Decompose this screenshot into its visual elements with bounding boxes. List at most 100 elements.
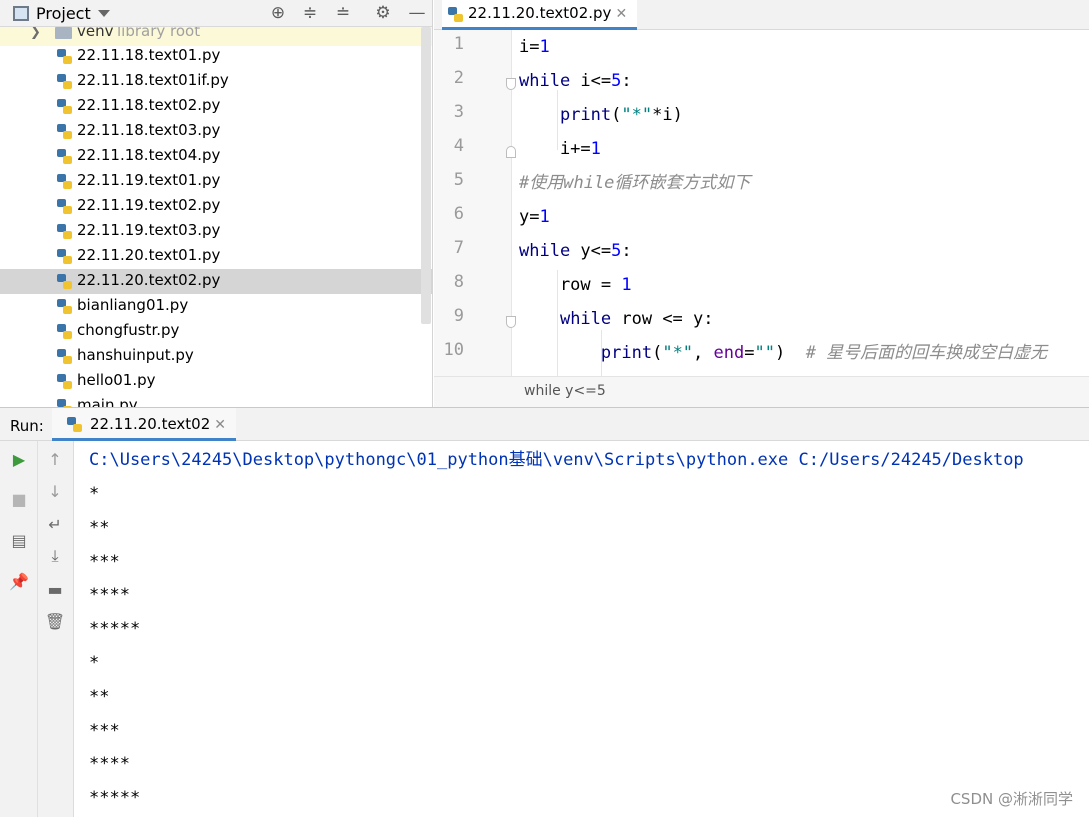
file-item[interactable]: 22.11.19.text02.py (0, 194, 432, 219)
print-icon[interactable]: ▬ (44, 579, 66, 601)
code-token: i<= (570, 71, 612, 91)
line-number: 9 (453, 306, 464, 326)
code-line[interactable]: while i<=5: (519, 66, 632, 96)
trash-icon[interactable]: 🗑 (44, 611, 66, 633)
project-title[interactable]: Project (36, 4, 91, 23)
file-item[interactable]: hanshuinput.py (0, 344, 432, 369)
arrow-down-icon[interactable]: ↓ (44, 481, 66, 503)
tree-scrollbar[interactable] (421, 27, 431, 324)
file-name: main.py (77, 396, 138, 407)
line-number: 10 (443, 340, 464, 360)
gear-icon[interactable]: ⚙ (373, 3, 393, 23)
code-line[interactable]: #使用while循环嵌套方式如下 (519, 168, 750, 198)
close-icon[interactable]: ✕ (214, 417, 226, 433)
file-item[interactable]: main.py (0, 394, 432, 407)
file-item[interactable]: 22.11.20.text02.py (0, 269, 432, 294)
soft-wrap-icon[interactable]: ↵ (44, 514, 66, 536)
close-icon[interactable]: ✕ (615, 6, 627, 22)
code-line[interactable]: y=1 (519, 202, 550, 232)
fold-marker-icon[interactable] (506, 78, 516, 90)
file-item[interactable]: 22.11.19.text03.py (0, 219, 432, 244)
code-line[interactable]: i+=1 (519, 134, 601, 164)
code-token: row <= y: (611, 309, 714, 329)
code-token: 1 (539, 37, 550, 57)
file-item[interactable]: 22.11.18.text01if.py (0, 69, 432, 94)
code-token: y= (519, 207, 540, 227)
pin-icon[interactable]: 📌 (8, 571, 30, 593)
code-line[interactable]: row = 1 (519, 270, 632, 300)
file-item[interactable]: hello01.py (0, 369, 432, 394)
project-panel: Project ⊕ ≑ ≐ ⚙ — ❯ venv library root 22… (0, 0, 433, 407)
line-number: 6 (453, 204, 464, 224)
file-item[interactable]: 22.11.19.text01.py (0, 169, 432, 194)
locate-target-icon[interactable]: ⊕ (268, 3, 288, 23)
file-item[interactable]: chongfustr.py (0, 319, 432, 344)
project-folder-icon (13, 6, 29, 21)
code-token: row = (519, 275, 622, 295)
code-token: print (600, 343, 653, 363)
code-token: print (559, 105, 612, 125)
breadcrumb-text[interactable]: while y<=5 (524, 383, 606, 399)
editor-tab-bar: 22.11.20.text02.py ✕ (434, 0, 1089, 30)
code-line[interactable]: print("*"*i) (519, 100, 683, 130)
code-line[interactable]: while y<=5: (519, 236, 632, 266)
console-output[interactable]: C:\Users\24245\Desktop\pythongc\01_pytho… (75, 441, 1089, 817)
python-file-icon (57, 249, 72, 264)
stop-icon[interactable]: ■ (8, 489, 30, 511)
code-token: 5 (611, 241, 622, 261)
python-file-icon (57, 149, 72, 164)
python-file-icon (57, 324, 72, 339)
file-name: 22.11.19.text01.py (77, 171, 221, 189)
file-name: 22.11.18.text01if.py (77, 71, 229, 89)
code-token: = (744, 343, 755, 363)
python-file-icon (57, 49, 72, 64)
file-item[interactable]: 22.11.18.text03.py (0, 119, 432, 144)
layout-icon[interactable]: ▤ (8, 530, 30, 552)
code-area[interactable]: i=1 while i<=5: print("*"*i) i+=1 #使用while… (519, 30, 1089, 376)
file-item[interactable]: bianliang01.py (0, 294, 432, 319)
line-number: 2 (453, 68, 464, 88)
line-number: 5 (453, 170, 464, 190)
tree-root-hint: library root (117, 27, 201, 40)
file-item[interactable]: 22.11.18.text04.py (0, 144, 432, 169)
code-token: "*" (621, 105, 653, 125)
line-number: 3 (453, 102, 464, 122)
code-line[interactable]: print("*", end="") # 星号后面的回车换成空白虚无 (519, 338, 1047, 368)
chevron-right-icon[interactable]: ❯ (30, 27, 41, 40)
file-name: 22.11.19.text03.py (77, 221, 221, 239)
file-item[interactable]: 22.11.20.text01.py (0, 244, 432, 269)
scroll-to-end-icon[interactable]: ⤓ (44, 545, 66, 567)
minimize-icon[interactable]: — (407, 3, 427, 23)
python-file-icon (448, 7, 463, 22)
fold-marker-icon[interactable] (506, 316, 516, 328)
run-tab[interactable]: 22.11.20.text02 ✕ (52, 408, 236, 441)
code-token: while (559, 309, 612, 329)
file-name: 22.11.18.text01.py (77, 46, 221, 64)
code-line[interactable]: i=1 (519, 32, 550, 62)
code-line[interactable]: while row <= y: (519, 304, 714, 334)
chevron-down-icon[interactable] (98, 10, 110, 17)
file-item[interactable]: 22.11.18.text01.py (0, 44, 432, 69)
code-token: #使用while循环嵌套方式如下 (519, 173, 751, 193)
collapse-all-icon[interactable]: ≐ (333, 3, 353, 23)
file-name: bianliang01.py (77, 296, 189, 314)
editor-tab[interactable]: 22.11.20.text02.py ✕ (442, 0, 638, 30)
python-file-icon (57, 349, 72, 364)
breadcrumb[interactable]: while y<=5 (434, 376, 1089, 407)
file-name: 22.11.18.text03.py (77, 121, 221, 139)
expand-all-icon[interactable]: ≑ (300, 3, 320, 23)
code-token: *i) (652, 105, 683, 125)
rerun-play-icon[interactable]: ▶ (8, 449, 30, 471)
code-token: 1 (621, 275, 632, 295)
project-header: Project ⊕ ≑ ≐ ⚙ — (0, 0, 432, 27)
file-item[interactable]: 22.11.18.text02.py (0, 94, 432, 119)
code-token: 1 (539, 207, 550, 227)
file-name: 22.11.18.text04.py (77, 146, 221, 164)
arrow-up-icon[interactable]: ↑ (44, 449, 66, 471)
file-name: 22.11.19.text02.py (77, 196, 221, 214)
console-line: *** (89, 720, 120, 741)
run-toolbar: ▶ ■ ▤ 📌 (0, 441, 38, 817)
fold-marker-icon[interactable] (506, 146, 516, 158)
